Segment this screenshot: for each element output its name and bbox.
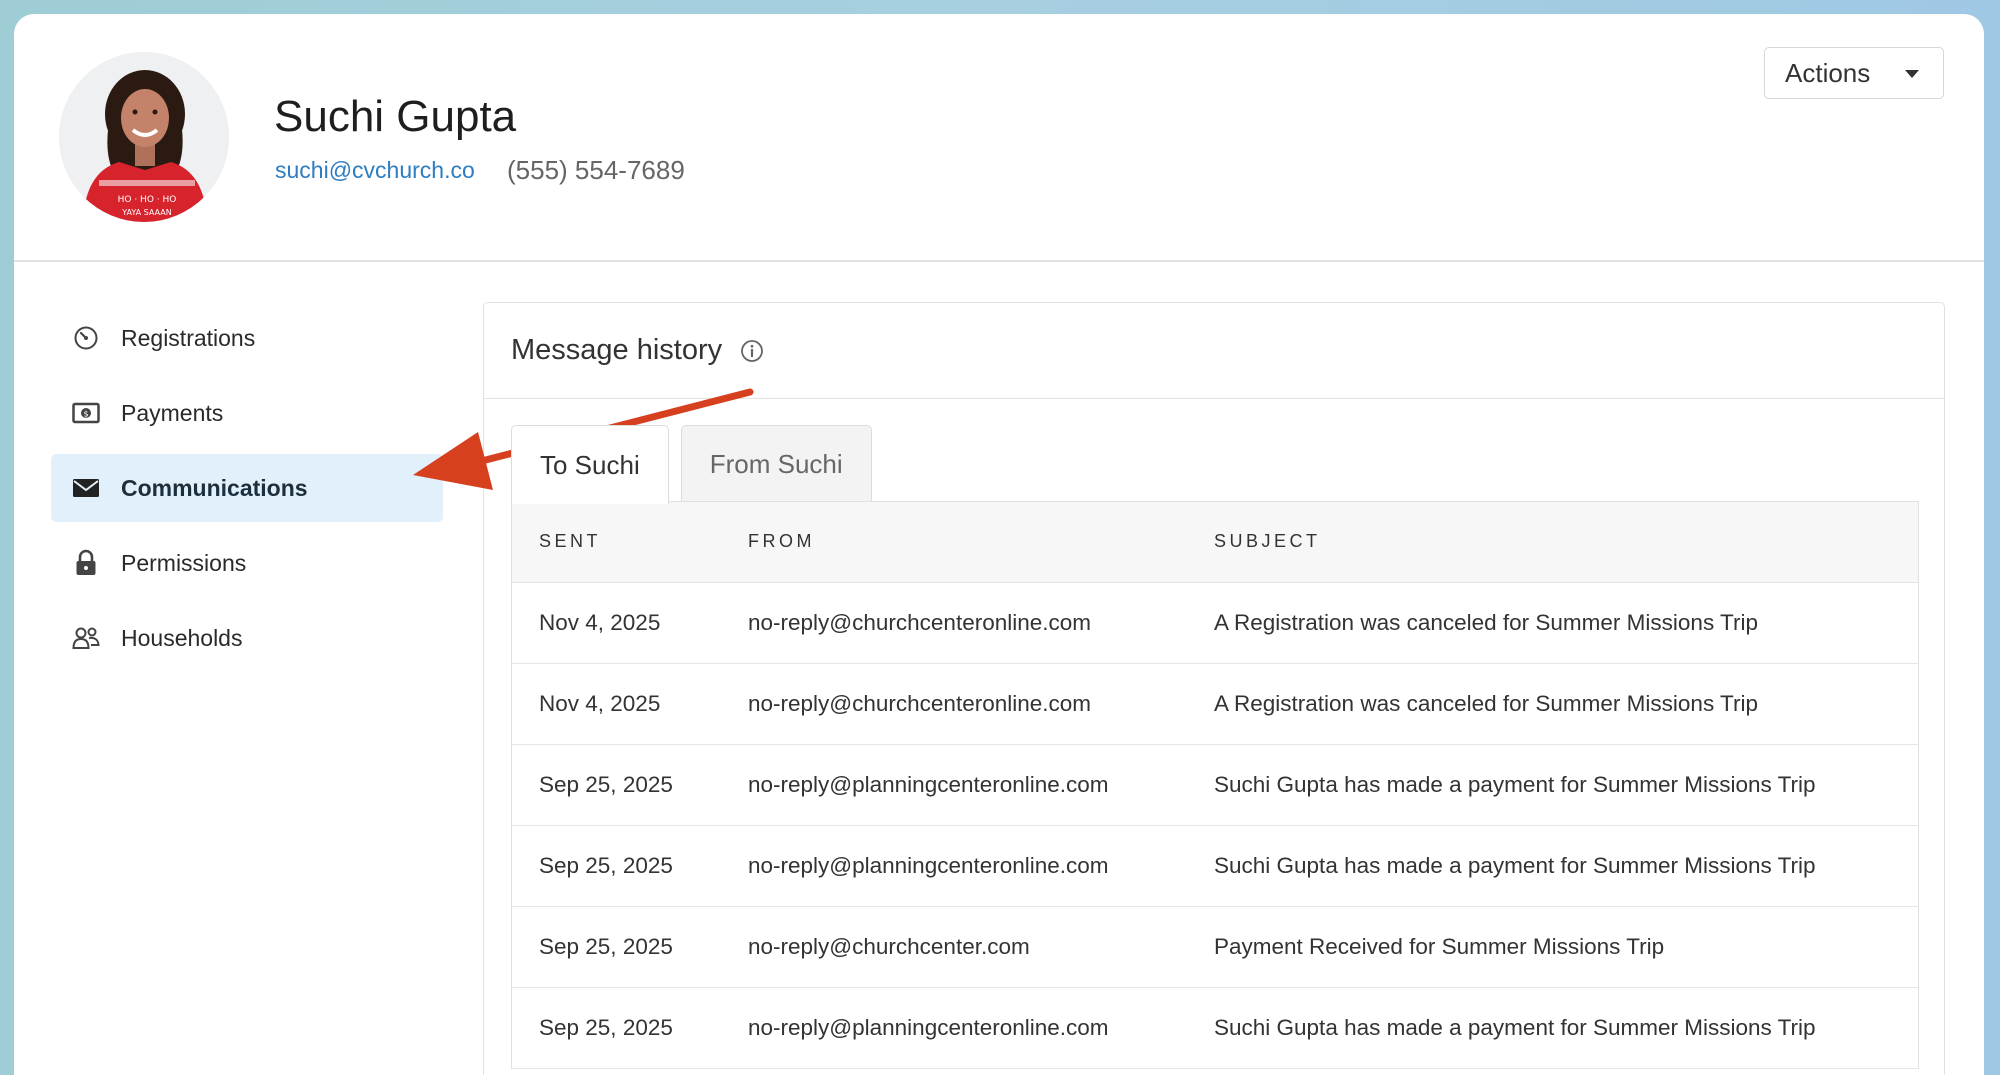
sidebar-item-label: Households — [121, 624, 243, 651]
phone-number: (555) 554-7689 — [507, 155, 685, 185]
column-header-subject[interactable]: SUBJECT — [1187, 502, 1918, 583]
avatar-photo: HO · HO · HO YAYA SAAAN — [59, 52, 229, 222]
messages-table-wrapper: SENT FROM SUBJECT Nov 4, 2025 no-reply@c… — [511, 501, 1919, 1069]
cell-from: no-reply@churchcenteronline.com — [721, 663, 1187, 745]
person-name: Suchi Gupta — [274, 92, 517, 141]
cell-subject: Suchi Gupta has made a payment for Summe… — [1187, 744, 1918, 826]
panel-header: Message history — [484, 303, 1944, 399]
people-icon — [71, 623, 101, 653]
actions-dropdown-button[interactable]: Actions — [1764, 47, 1944, 99]
sidebar-item-label: Payments — [121, 399, 224, 426]
avatar-shirt-text-1: HO · HO · HO — [118, 195, 177, 205]
avatar: HO · HO · HO YAYA SAAAN — [59, 52, 229, 222]
cell-from: no-reply@churchcenteronline.com — [721, 582, 1187, 664]
money-icon: $ — [71, 398, 101, 428]
messages-table: SENT FROM SUBJECT Nov 4, 2025 no-reply@c… — [512, 502, 1918, 1069]
envelope-icon — [71, 473, 101, 503]
cell-subject: A Registration was canceled for Summer M… — [1187, 582, 1918, 664]
table-row[interactable]: Nov 4, 2025 no-reply@churchcenteronline.… — [512, 582, 1918, 664]
info-icon[interactable] — [740, 339, 764, 363]
cell-sent: Sep 25, 2025 — [512, 906, 721, 988]
sidebar-item-permissions[interactable]: Permissions — [51, 529, 443, 597]
svg-text:$: $ — [83, 410, 88, 419]
table-row[interactable]: Sep 25, 2025 no-reply@planningcenteronli… — [512, 825, 1918, 907]
tab-to-suchi[interactable]: To Suchi — [511, 425, 669, 504]
actions-label: Actions — [1785, 57, 1871, 88]
cell-from: no-reply@churchcenter.com — [721, 906, 1187, 988]
lock-icon — [71, 548, 101, 578]
avatar-shirt-text-2: YAYA SAAAN — [121, 208, 171, 217]
sidebar-item-label: Communications — [121, 474, 308, 501]
app-window: HO · HO · HO YAYA SAAAN Suchi Gupta such… — [14, 14, 1984, 1075]
sidebar-item-label: Registrations — [121, 324, 256, 351]
cell-sent: Sep 25, 2025 — [512, 825, 721, 907]
column-header-from[interactable]: FROM — [721, 502, 1187, 583]
table-row[interactable]: Sep 25, 2025 no-reply@planningcenteronli… — [512, 987, 1918, 1069]
tab-from-suchi[interactable]: From Suchi — [680, 425, 872, 502]
table-row[interactable]: Nov 4, 2025 no-reply@churchcenteronline.… — [512, 663, 1918, 745]
caret-down-icon — [1905, 70, 1919, 78]
gauge-icon — [71, 323, 101, 353]
cell-subject: A Registration was canceled for Summer M… — [1187, 663, 1918, 745]
sidebar-item-label: Permissions — [121, 549, 247, 576]
cell-subject: Payment Received for Summer Missions Tri… — [1187, 906, 1918, 988]
cell-from: no-reply@planningcenteronline.com — [721, 744, 1187, 826]
sidebar-item-households[interactable]: Households — [51, 604, 443, 672]
sidebar-item-payments[interactable]: $ Payments — [51, 379, 443, 447]
cell-from: no-reply@planningcenteronline.com — [721, 987, 1187, 1069]
sidebar-nav: Registrations $ Payments Communications … — [51, 304, 443, 679]
message-history-panel: Message history To Suchi From Suchi SENT… — [483, 302, 1945, 1075]
cell-from: no-reply@planningcenteronline.com — [721, 825, 1187, 907]
cell-sent: Nov 4, 2025 — [512, 582, 721, 664]
table-row[interactable]: Sep 25, 2025 no-reply@planningcenteronli… — [512, 744, 1918, 826]
sidebar-item-communications[interactable]: Communications — [51, 454, 443, 522]
tab-bar: To Suchi From Suchi — [511, 425, 884, 504]
panel-title: Message history — [511, 334, 723, 366]
table-header-row: SENT FROM SUBJECT — [512, 502, 1918, 583]
cell-sent: Sep 25, 2025 — [512, 987, 721, 1069]
email-link[interactable]: suchi@cvchurch.co — [275, 157, 475, 184]
cell-sent: Sep 25, 2025 — [512, 744, 721, 826]
cell-subject: Suchi Gupta has made a payment for Summe… — [1187, 825, 1918, 907]
profile-header: HO · HO · HO YAYA SAAAN Suchi Gupta such… — [14, 14, 1984, 262]
table-row[interactable]: Sep 25, 2025 no-reply@churchcenter.com P… — [512, 906, 1918, 988]
cell-sent: Nov 4, 2025 — [512, 663, 721, 745]
column-header-sent[interactable]: SENT — [512, 502, 721, 583]
cell-subject: Suchi Gupta has made a payment for Summe… — [1187, 987, 1918, 1069]
sidebar-item-registrations[interactable]: Registrations — [51, 304, 443, 372]
